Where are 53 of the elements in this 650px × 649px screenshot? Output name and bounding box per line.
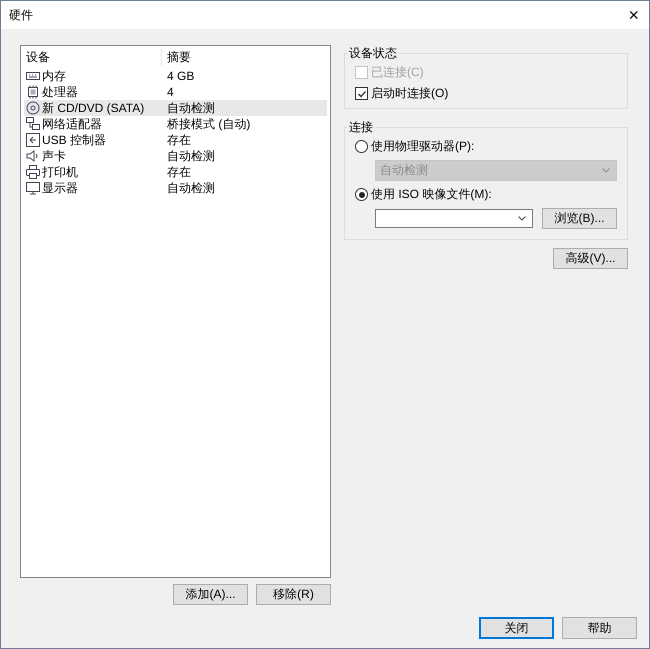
device-summary: 4 GB [166,69,194,83]
checkbox-label: 已连接(C) [371,64,424,81]
column-header[interactable]: 设备 [24,48,161,66]
window-title: 硬件 [9,6,33,24]
device-row[interactable]: 打印机 存在 [24,164,327,180]
column-header[interactable]: 摘要 [161,48,191,66]
device-name: 处理器 [42,84,78,100]
device-summary: 自动检测 [166,100,215,116]
device-name: 显示器 [42,180,78,196]
browse-button[interactable]: 浏览(B)... [542,208,617,229]
radio-label: 使用物理驱动器(P): [371,138,474,155]
device-row[interactable]: 处理器 4 [24,84,327,100]
caret-icon [602,168,610,173]
device-row[interactable]: 内存 4 GB [24,68,327,84]
group-title: 连接 [348,119,374,136]
device-name: 打印机 [42,164,78,180]
device-summary: 存在 [166,132,191,148]
iso-file-field[interactable] [375,209,533,228]
disc-icon [26,101,40,115]
device-row[interactable]: USB 控制器 存在 [24,132,327,148]
device-name: 新 CD/DVD (SATA) [42,100,144,116]
printer-icon [26,165,40,179]
monitor-icon [26,181,40,195]
list-button[interactable]: 移除(R) [256,584,331,605]
device-row[interactable]: 显示器 自动检测 [24,180,327,196]
usb-icon [26,133,40,147]
memory-icon [26,69,40,83]
list-button[interactable]: 添加(A)... [173,584,248,605]
device-name: 网络适配器 [42,116,102,132]
device-row[interactable]: 网络适配器 桥接模式 (自动) [24,116,327,132]
device-summary: 自动检测 [166,148,215,164]
device-summary: 桥接模式 (自动) [166,116,250,132]
radio-button[interactable] [355,188,368,201]
group-title: 设备状态 [348,45,398,62]
chip-icon [26,85,40,99]
checkbox-label: 启动时连接(O) [371,85,448,102]
device-row[interactable]: 声卡 自动检测 [24,148,327,164]
dialog-button[interactable]: 帮助 [562,617,637,639]
speaker-icon [26,149,40,163]
device-summary: 存在 [166,164,191,180]
device-summary: 4 [166,85,174,99]
dialog-button[interactable]: 关闭 [479,617,554,639]
device-name: USB 控制器 [42,132,106,148]
device-name: 声卡 [42,148,66,164]
advanced-button[interactable]: 高级(V)... [553,248,628,269]
close-button[interactable]: × [624,6,643,24]
device-row[interactable]: 新 CD/DVD (SATA) 自动检测 [24,100,327,116]
network-icon [26,117,40,131]
radio-label: 使用 ISO 映像文件(M): [371,186,492,203]
device-name: 内存 [42,68,66,84]
checkbox[interactable] [355,87,368,100]
device-summary: 自动检测 [166,180,215,196]
caret-icon [518,216,526,221]
